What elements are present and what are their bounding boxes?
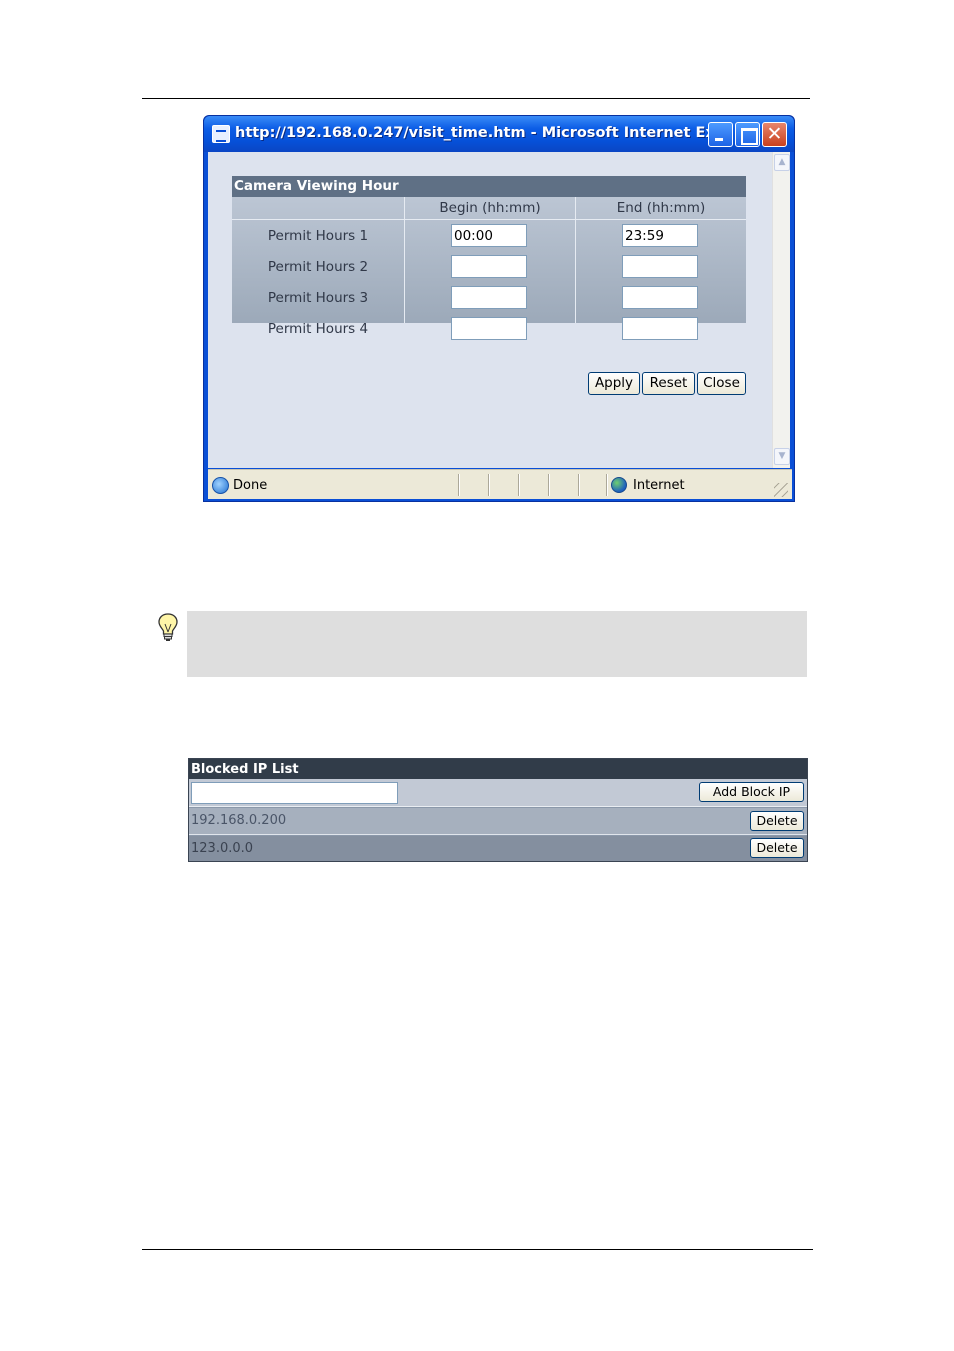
ie-page-done-icon [212, 477, 229, 494]
vertical-scrollbar[interactable]: ▲ ▼ [772, 152, 790, 468]
add-block-ip-button[interactable]: Add Block IP [699, 782, 804, 802]
status-divider [488, 474, 490, 496]
permit-4-begin-input[interactable] [451, 317, 527, 340]
minimize-button[interactable] [708, 122, 733, 147]
permit-2-begin-input[interactable] [451, 255, 527, 278]
status-text: Done [233, 478, 268, 493]
scroll-up-icon[interactable]: ▲ [774, 154, 790, 171]
status-divider [458, 474, 460, 496]
table-row: 123.0.0.0 Delete [189, 836, 807, 861]
permit-hours-label: Permit Hours 1 [267, 228, 369, 244]
permit-4-end-input[interactable] [622, 317, 698, 340]
add-ip-row: Add Block IP [189, 779, 807, 807]
apply-button[interactable]: Apply [588, 372, 640, 395]
block-ip-input[interactable] [191, 782, 398, 804]
page-top-rule [142, 98, 810, 99]
status-bar: Done Internet [208, 469, 792, 499]
status-divider [518, 474, 520, 496]
end-column-header: End (hh:mm) [616, 200, 706, 216]
table-row: 192.168.0.200 Delete [189, 808, 807, 835]
permit-3-begin-input[interactable] [451, 286, 527, 309]
reset-button[interactable]: Reset [642, 372, 695, 395]
begin-column-header: Begin (hh:mm) [439, 200, 541, 216]
window-title: http://192.168.0.247/visit_time.htm - Mi… [235, 125, 732, 141]
lightbulb-icon [158, 613, 178, 641]
blocked-ip-address: 123.0.0.0 [191, 841, 254, 856]
scroll-down-icon[interactable]: ▼ [774, 448, 790, 465]
internet-zone-icon [611, 477, 627, 493]
maximize-button[interactable] [735, 122, 760, 147]
permit-hours-label: Permit Hours 2 [267, 259, 369, 275]
security-zone-text: Internet [633, 478, 685, 493]
permit-hours-grid: Begin (hh:mm) End (hh:mm) Permit Hours 1… [232, 197, 746, 340]
header-row-divider [232, 219, 746, 220]
status-divider [548, 474, 550, 496]
blocked-ip-title: Blocked IP List [189, 759, 807, 779]
tip-box [187, 611, 807, 677]
permit-hours-label: Permit Hours 3 [267, 290, 369, 306]
permit-hours-label: Permit Hours 4 [267, 321, 369, 337]
close-icon: ✕ [766, 123, 783, 145]
page-bottom-rule [142, 1249, 813, 1250]
page-content: Camera Viewing Hour Begin (hh:mm) End (h… [208, 152, 790, 468]
camera-viewing-table: Camera Viewing Hour Begin (hh:mm) End (h… [232, 176, 746, 340]
permit-2-end-input[interactable] [622, 255, 698, 278]
close-window-button[interactable]: ✕ [762, 122, 787, 147]
ie-popup-window: http://192.168.0.247/visit_time.htm - Mi… [203, 115, 795, 502]
blocked-ip-address: 192.168.0.200 [191, 813, 287, 828]
ie-page-icon [212, 125, 230, 143]
delete-button[interactable]: Delete [750, 811, 804, 831]
camera-viewing-title: Camera Viewing Hour [232, 176, 746, 197]
blocked-ip-panel: Blocked IP List Add Block IP 192.168.0.2… [188, 758, 808, 862]
delete-button[interactable]: Delete [750, 838, 804, 858]
permit-1-begin-input[interactable] [451, 224, 527, 247]
close-button[interactable]: Close [697, 372, 746, 395]
permit-3-end-input[interactable] [622, 286, 698, 309]
title-bar[interactable]: http://192.168.0.247/visit_time.htm - Mi… [204, 116, 794, 152]
resize-grip-icon[interactable] [774, 483, 788, 497]
status-divider [578, 474, 580, 496]
status-divider [606, 474, 608, 496]
permit-1-end-input[interactable] [622, 224, 698, 247]
